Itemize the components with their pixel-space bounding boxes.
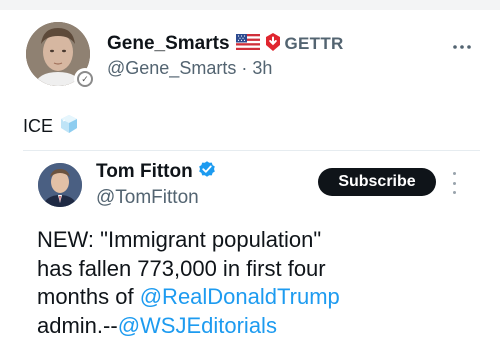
quote-author-handle[interactable]: @TomFitton xyxy=(96,187,199,209)
us-flag-icon xyxy=(235,33,260,55)
author-handle[interactable]: @Gene_Smarts xyxy=(107,58,236,78)
quote-author-avatar[interactable] xyxy=(38,163,82,207)
quote-line-3: months of @RealDonaldTrump xyxy=(37,283,477,312)
post-time[interactable]: 3h xyxy=(252,58,272,78)
quote-line-3-text: months of xyxy=(37,284,140,309)
top-separator xyxy=(0,0,500,10)
author-name-row: Gene_Smarts GETTR xyxy=(107,31,344,57)
quote-line-2: has fallen 773,000 in first four xyxy=(37,255,326,281)
post-text: ICE xyxy=(23,114,79,139)
author-display-name[interactable]: Gene_Smarts xyxy=(107,33,230,55)
quote-author-name[interactable]: Tom Fitton xyxy=(96,161,193,183)
ice-cube-icon xyxy=(59,114,79,139)
quote-divider xyxy=(23,150,480,151)
more-options-icon[interactable] xyxy=(452,34,472,55)
quote-body: NEW: "Immigrant population" has fallen 7… xyxy=(37,226,477,340)
account-badge-icon: ✓ xyxy=(74,68,96,90)
gettr-badge-icon xyxy=(265,32,281,56)
post: ✓ Gene_Smarts GETTR @Gene_Smarts · 3h IC… xyxy=(0,10,500,360)
author-handle-row: @Gene_Smarts · 3h xyxy=(107,58,272,79)
quote-line-4: admin.--@WSJEditorials xyxy=(37,312,477,341)
subscribe-button[interactable]: Subscribe xyxy=(318,168,436,196)
mention-link-realdonaldtrump[interactable]: @RealDonaldTrump xyxy=(140,284,340,309)
quote-more-options-icon[interactable] xyxy=(450,172,458,194)
quote-author-name-row: Tom Fitton xyxy=(96,160,216,183)
mention-link-wsjeditorials[interactable]: @WSJEditorials xyxy=(118,313,277,338)
quote-line-1: NEW: "Immigrant population" xyxy=(37,227,322,252)
gettr-label: GETTR xyxy=(284,34,344,53)
quote-line-4-text: admin.-- xyxy=(37,312,118,338)
separator-dot: · xyxy=(241,58,253,78)
post-text-content: ICE xyxy=(23,116,54,136)
verified-badge-icon xyxy=(198,160,216,183)
